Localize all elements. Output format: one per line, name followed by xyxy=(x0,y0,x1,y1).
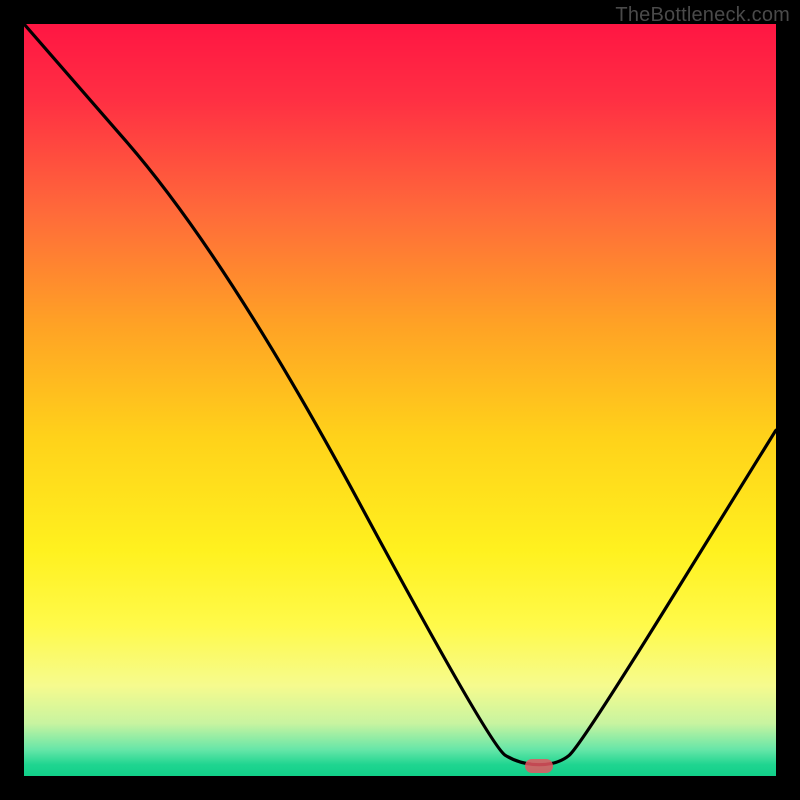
chart-curve xyxy=(24,24,776,776)
chart-marker xyxy=(525,759,553,773)
chart-frame xyxy=(24,24,776,776)
